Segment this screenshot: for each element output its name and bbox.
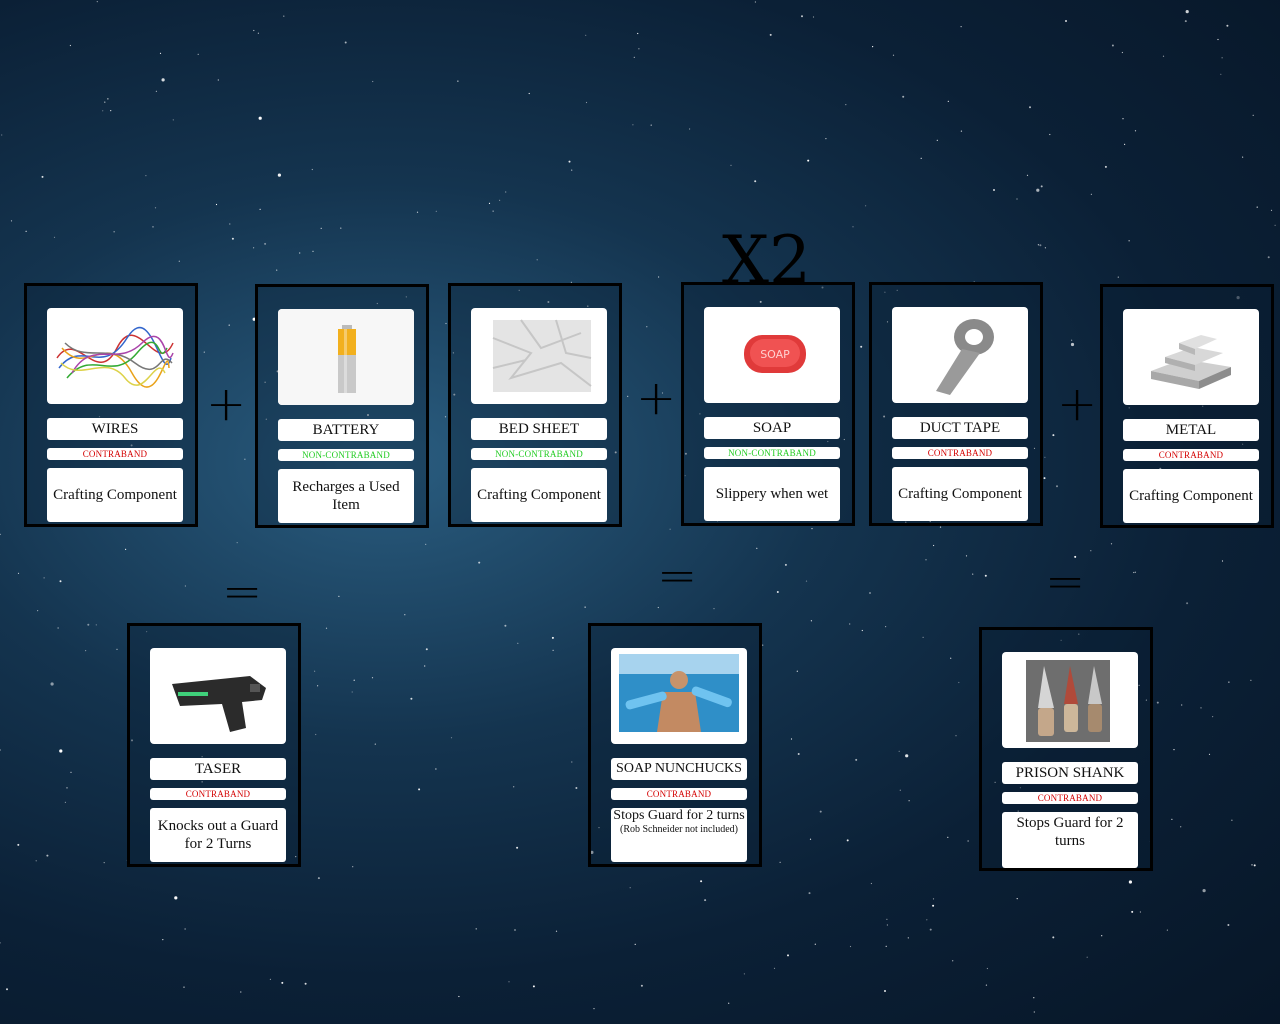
prison-shank-image bbox=[1002, 652, 1138, 748]
result-card-soap-nunchucks[interactable]: SOAP NUNCHUCKS CONTRABAND Stops Guard fo… bbox=[588, 623, 762, 867]
equals-sign: = bbox=[222, 564, 263, 620]
duct-tape-image bbox=[892, 307, 1028, 403]
item-card-battery[interactable]: BATTERY NON-CONTRABAND Recharges a Used … bbox=[255, 284, 429, 528]
plus-sign: + bbox=[206, 376, 247, 432]
metal-image bbox=[1123, 309, 1259, 405]
multiplier-label: X2 bbox=[722, 222, 811, 299]
item-description: Knocks out a Guard for 2 Turns bbox=[150, 808, 286, 862]
taser-image bbox=[150, 648, 286, 744]
contraband-status: CONTRABAND bbox=[1123, 449, 1259, 461]
equals-sign: = bbox=[1045, 554, 1086, 610]
item-name: SOAP NUNCHUCKS bbox=[611, 758, 747, 780]
item-name: METAL bbox=[1123, 419, 1259, 441]
contraband-status: CONTRABAND bbox=[1002, 792, 1138, 804]
bed-sheet-image bbox=[471, 308, 607, 404]
plus-sign: + bbox=[636, 370, 677, 426]
equals-sign: = bbox=[657, 548, 698, 604]
item-description: Recharges a Used Item bbox=[278, 469, 414, 523]
contraband-status: CONTRABAND bbox=[611, 788, 747, 800]
soap-nunchucks-image bbox=[611, 648, 747, 744]
contraband-status: CONTRABAND bbox=[150, 788, 286, 800]
battery-image bbox=[278, 309, 414, 405]
contraband-status: NON-CONTRABAND bbox=[704, 447, 840, 459]
item-name: WIRES bbox=[47, 418, 183, 440]
item-description: Stops Guard for 2 turns (Rob Schneider n… bbox=[611, 808, 747, 862]
item-description: Slippery when wet bbox=[704, 467, 840, 521]
contraband-status: NON-CONTRABAND bbox=[471, 448, 607, 460]
wires-image bbox=[47, 308, 183, 404]
item-name: PRISON SHANK bbox=[1002, 762, 1138, 784]
item-description: Crafting Component bbox=[892, 467, 1028, 521]
item-description: Crafting Component bbox=[1123, 469, 1259, 523]
item-card-metal[interactable]: METAL CONTRABAND Crafting Component bbox=[1100, 284, 1274, 528]
soap-image: SOAP bbox=[704, 307, 840, 403]
contraband-status: NON-CONTRABAND bbox=[278, 449, 414, 461]
item-name: TASER bbox=[150, 758, 286, 780]
item-name: BATTERY bbox=[278, 419, 414, 441]
item-note: (Rob Schneider not included) bbox=[619, 824, 739, 835]
item-card-duct-tape[interactable]: DUCT TAPE CONTRABAND Crafting Component bbox=[869, 282, 1043, 526]
contraband-status: CONTRABAND bbox=[892, 447, 1028, 459]
item-card-bed-sheet[interactable]: BED SHEET NON-CONTRABAND Crafting Compon… bbox=[448, 283, 622, 527]
result-card-taser[interactable]: TASER CONTRABAND Knocks out a Guard for … bbox=[127, 623, 301, 867]
item-name: SOAP bbox=[704, 417, 840, 439]
item-card-soap[interactable]: SOAP SOAP NON-CONTRABAND Slippery when w… bbox=[681, 282, 855, 526]
item-description: Crafting Component bbox=[47, 468, 183, 522]
item-name: BED SHEET bbox=[471, 418, 607, 440]
item-name: DUCT TAPE bbox=[892, 417, 1028, 439]
item-card-wires[interactable]: WIRES CONTRABAND Crafting Component bbox=[24, 283, 198, 527]
item-description: Stops Guard for 2 turns bbox=[1002, 812, 1138, 868]
contraband-status: CONTRABAND bbox=[47, 448, 183, 460]
item-description: Crafting Component bbox=[471, 468, 607, 522]
svg-text:SOAP: SOAP bbox=[760, 348, 790, 361]
plus-sign: + bbox=[1057, 376, 1098, 432]
result-card-prison-shank[interactable]: PRISON SHANK CONTRABAND Stops Guard for … bbox=[979, 627, 1153, 871]
